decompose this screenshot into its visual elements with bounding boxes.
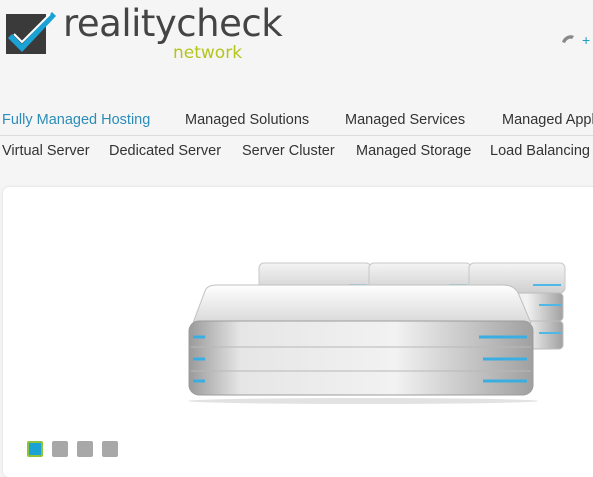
slider-pagination [27, 441, 118, 457]
subnav-virtual-server[interactable]: Virtual Server [2, 143, 90, 159]
nav-managed-solutions[interactable]: Managed Solutions [185, 112, 309, 128]
slider-dot-2[interactable] [52, 441, 68, 457]
site-header: realitycheck network + [0, 0, 593, 100]
subnav-server-cluster[interactable]: Server Cluster [242, 143, 335, 159]
phone-text: + [582, 32, 591, 48]
phone-icon [562, 35, 574, 43]
logo-subtitle: network [173, 43, 243, 63]
subnav-managed-storage[interactable]: Managed Storage [356, 143, 471, 159]
phone-contact[interactable]: + [560, 32, 590, 48]
slider-dot-3[interactable] [77, 441, 93, 457]
slider-dot-1[interactable] [27, 441, 43, 457]
nav-managed-applications[interactable]: Managed Appl [502, 112, 593, 128]
checkmark-logo-icon[interactable] [6, 8, 56, 54]
nav-managed-services[interactable]: Managed Services [345, 112, 465, 128]
nav-fully-managed-hosting[interactable]: Fully Managed Hosting [2, 112, 150, 128]
subnav-load-balancing[interactable]: Load Balancing [490, 143, 590, 159]
subnav-dedicated-server[interactable]: Dedicated Server [109, 143, 221, 159]
server-stack-illustration [188, 262, 566, 404]
main-navigation: Fully Managed Hosting Managed Solutions … [0, 107, 593, 136]
slider-dot-4[interactable] [102, 441, 118, 457]
logo-wordmark[interactable]: realitycheck [63, 2, 283, 46]
sub-navigation: Virtual Server Dedicated Server Server C… [0, 138, 593, 168]
